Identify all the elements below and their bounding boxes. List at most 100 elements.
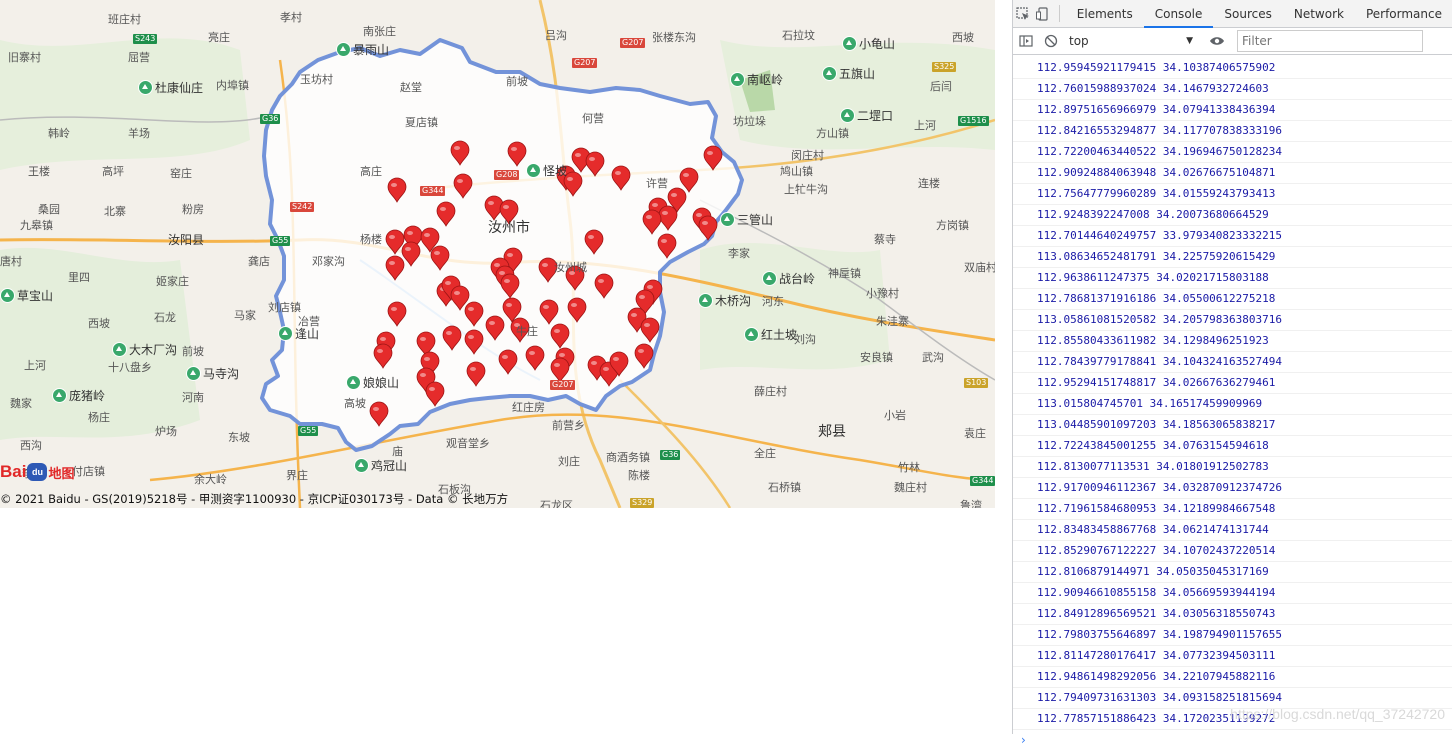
mountain-icon	[762, 271, 777, 286]
poi-marker[interactable]: 二堽口	[840, 107, 893, 124]
place-label: 里四	[68, 271, 90, 284]
place-label: 前坡	[182, 345, 204, 358]
place-label: 姬家庄	[156, 275, 189, 288]
place-label: 鲁湾	[960, 499, 982, 509]
poi-marker[interactable]: 娘娘山	[346, 374, 399, 391]
context-selector[interactable]: top ▼	[1063, 34, 1199, 48]
mountain-icon	[842, 36, 857, 51]
place-label: 许营	[646, 177, 668, 190]
place-label: 方岗镇	[936, 219, 969, 232]
device-toolbar-icon[interactable]	[1033, 0, 1053, 27]
poi-marker[interactable]: 大木厂沟	[112, 341, 177, 358]
place-label: 班庄村	[108, 13, 141, 26]
place-label: 十八盘乡	[108, 361, 152, 374]
baidu-map[interactable]: 班庄村 孝村 南张庄 吕沟 张楼东沟 石拉坟 西坡 旧寨村 屈营 亮庄 玉坊村 赵堂 前坡 何营 内埠镇 夏店…	[0, 0, 995, 508]
mountain-icon	[744, 327, 759, 342]
poi-marker[interactable]: 杜康仙庄	[138, 79, 203, 96]
place-label: 方山镇	[816, 127, 849, 140]
poi-marker[interactable]: 三管山	[720, 211, 773, 228]
place-label: 石拉坟	[782, 29, 815, 42]
poi-label: 草宝山	[17, 289, 54, 303]
tab-sources[interactable]: Sources	[1213, 0, 1282, 27]
poi-label: 南岖岭	[747, 73, 784, 87]
live-expression-eye-icon[interactable]	[1204, 35, 1229, 47]
place-label: 桑园	[38, 203, 60, 216]
poi-marker[interactable]: 逢山	[278, 325, 319, 342]
place-label: 南张庄	[363, 25, 396, 38]
console-log-line: 112.9248392247008 34.20073680664529	[1013, 205, 1452, 226]
poi-label: 木桥沟	[715, 294, 752, 308]
mountain-icon	[112, 342, 127, 357]
tab-network[interactable]: Network	[1283, 0, 1355, 27]
console-log-line: 113.015804745701 34.16517459909969	[1013, 394, 1452, 415]
prompt-chevron-icon: ›	[1021, 733, 1026, 747]
poi-marker[interactable]: 南岖岭	[730, 71, 783, 88]
clear-console-icon[interactable]	[1038, 34, 1063, 48]
road-shield: G1516	[958, 116, 989, 126]
poi-label: 红土坡	[761, 328, 798, 342]
place-label: 杨楼	[360, 233, 382, 246]
road-shield: G208	[494, 170, 520, 180]
place-label: 北寨	[104, 205, 126, 218]
devtools-panel: Elements Console Sources Network Performance…	[1012, 0, 1452, 747]
place-label: 连楼	[918, 177, 940, 190]
poi-marker[interactable]: 鸡冠山	[354, 457, 407, 474]
place-label: 牛庄	[516, 325, 538, 338]
road-shield: G344	[420, 186, 446, 196]
road-shield: G344	[970, 476, 995, 486]
mountain-icon	[822, 66, 837, 81]
console-log-line: 112.78681371916186 34.05500612275218	[1013, 289, 1452, 310]
place-label: 朱洼寨	[876, 315, 909, 328]
console-log-line: 112.72200463440522 34.196946750128234	[1013, 142, 1452, 163]
place-label: 粉房	[182, 203, 204, 216]
console-log-line: 112.76015988937024 34.1467932724603	[1013, 79, 1452, 100]
tab-elements[interactable]: Elements	[1066, 0, 1144, 27]
inspect-element-icon[interactable]	[1013, 0, 1033, 27]
poi-marker[interactable]: 小龟山	[842, 35, 895, 52]
poi-label: 大木厂沟	[129, 343, 178, 357]
tab-performance[interactable]: Performance	[1355, 0, 1452, 27]
baidu-logo[interactable]: Bai du 地图	[0, 462, 74, 482]
poi-marker[interactable]: 五旗山	[822, 65, 875, 82]
console-log-line: 112.84912896569521 34.03056318550743	[1013, 604, 1452, 625]
place-label: 高庄	[360, 165, 382, 178]
mountain-icon	[526, 163, 541, 178]
poi-marker[interactable]: 马寺沟	[186, 365, 239, 382]
mountain-icon	[336, 42, 351, 57]
place-label: 武沟	[922, 351, 944, 364]
show-sidebar-icon[interactable]	[1013, 34, 1038, 48]
tab-console[interactable]: Console	[1143, 0, 1214, 28]
poi-label: 马寺沟	[203, 367, 240, 381]
poi-label: 逢山	[295, 327, 320, 341]
console-log-line: 112.95945921179415 34.10387406575902	[1013, 58, 1452, 79]
console-toolbar: top ▼	[1013, 28, 1452, 55]
poi-marker[interactable]: 暴雨山	[336, 41, 389, 58]
console-prompt[interactable]: ›	[1013, 730, 1452, 750]
place-label: 龚店	[248, 255, 270, 268]
place-label: 九皋镇	[20, 219, 53, 232]
poi-marker[interactable]: 庞猪岭	[52, 387, 105, 404]
filter-input[interactable]	[1237, 30, 1423, 52]
road-shield: G207	[550, 380, 576, 390]
place-label: 西沟	[20, 439, 42, 452]
mountain-icon	[698, 293, 713, 308]
place-label: 小豫村	[866, 287, 899, 300]
place-label: 魏家	[10, 397, 32, 410]
console-log-line: 112.78439779178841 34.104324163527494	[1013, 352, 1452, 373]
poi-marker[interactable]: 怪坡	[526, 162, 567, 179]
poi-marker[interactable]: 木桥沟	[698, 292, 751, 309]
poi-marker[interactable]: 草宝山	[0, 287, 53, 304]
place-label: 神垕镇	[828, 267, 861, 280]
place-label: 河东	[762, 295, 784, 308]
console-log-line: 112.72243845001255 34.0763154594618	[1013, 436, 1452, 457]
mountain-icon	[278, 326, 293, 341]
console-log-line: 112.85290767122227 34.10702437220514	[1013, 541, 1452, 562]
place-label: 郏县	[818, 424, 846, 440]
poi-marker[interactable]: 战台岭	[762, 270, 815, 287]
console-log-line: 112.91700946112367 34.03287091237472​6	[1013, 478, 1452, 499]
place-label: 亮庄	[208, 31, 230, 44]
place-label: 李家	[728, 247, 750, 260]
poi-label: 三管山	[737, 213, 774, 227]
poi-label: 杜康仙庄	[155, 81, 204, 95]
poi-marker[interactable]: 红土坡	[744, 326, 797, 343]
